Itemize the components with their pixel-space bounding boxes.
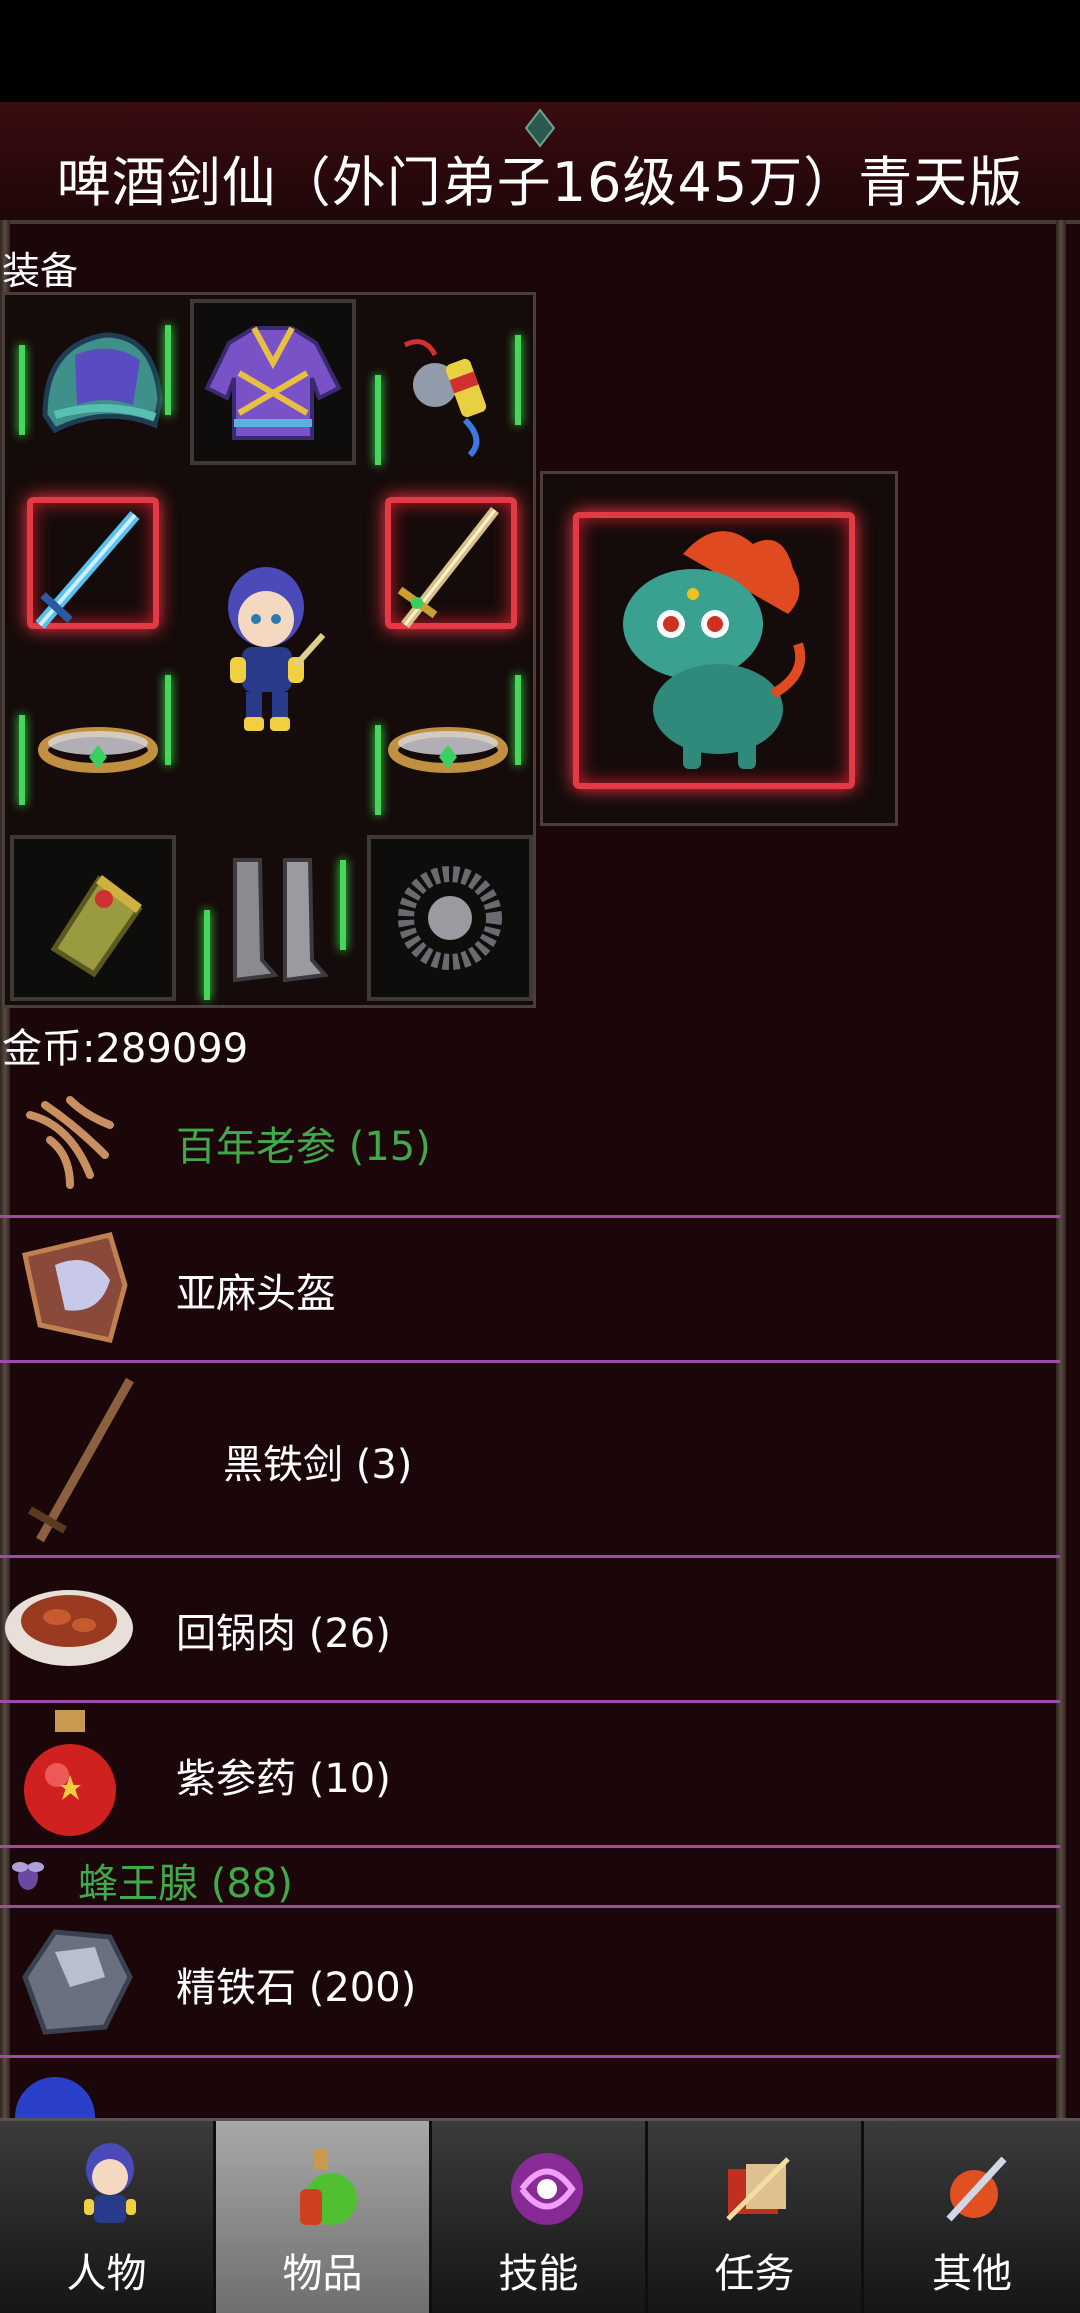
potion-icon [24, 1710, 116, 1836]
pet-slot[interactable] [540, 471, 898, 826]
tab-items[interactable]: 物品 [216, 2121, 432, 2313]
status-bar [0, 0, 1080, 102]
tab-label: 任务 [714, 2251, 795, 2297]
tab-other[interactable]: 其他 [864, 2121, 1080, 2313]
equip-slot-boots[interactable] [190, 840, 356, 1006]
tab-label: 其他 [932, 2251, 1012, 2297]
skills-icon [511, 2153, 583, 2225]
equip-slot-bracer[interactable] [10, 835, 176, 1001]
ring-icon [38, 727, 158, 773]
item-name: 亚麻头盔 [176, 1271, 336, 1317]
helmet-icon [42, 332, 163, 434]
equip-slot-ring-left[interactable] [15, 665, 181, 831]
helmet-icon [22, 1232, 128, 1343]
item-name: 百年老参 (15) [176, 1124, 431, 1170]
boots-icon [233, 858, 329, 983]
bottom-nav: 人物 物品 技能 任务 其他 [0, 2118, 1080, 2313]
quests-icon [726, 2157, 790, 2221]
page-title: 啤酒剑仙（外门弟子16级45万）青天版 [56, 151, 1024, 214]
equip-slot-charm[interactable] [367, 835, 533, 1001]
equip-slot-weapon[interactable] [15, 485, 181, 651]
other-icon [946, 2156, 1007, 2222]
equip-slot-armor[interactable] [190, 299, 356, 465]
sword-icon [28, 1377, 134, 1543]
gold-balance: 金币:289099 [2, 1026, 249, 1072]
equip-slot-offhand[interactable] [365, 485, 531, 651]
ginseng-icon [26, 1096, 114, 1189]
tab-quests[interactable]: 任务 [648, 2121, 864, 2313]
golden-sword-icon [397, 506, 499, 629]
item-name: 黑铁剑 (3) [223, 1442, 413, 1488]
equip-slot-ring-right[interactable] [365, 665, 531, 831]
iron-ore-icon [22, 1929, 133, 2035]
equip-slot-helmet[interactable] [15, 305, 181, 471]
list-item-partial[interactable] [0, 2055, 1060, 2119]
tab-skills[interactable]: 技能 [432, 2121, 648, 2313]
pet-creature-icon [623, 531, 806, 769]
ring-icon [388, 727, 508, 773]
list-item[interactable]: 百年老参 (15) [0, 1070, 1060, 1218]
item-name: 紫参药 (10) [176, 1756, 391, 1802]
list-item[interactable]: 黑铁剑 (3) [0, 1360, 1060, 1558]
item-name: 蜂王腺 (88) [78, 1861, 293, 1907]
character-icon [84, 2143, 136, 2223]
orb-icon [15, 2077, 95, 2119]
robe-icon [204, 326, 342, 440]
list-item[interactable]: 回锅肉 (26) [0, 1555, 1060, 1703]
tab-label: 技能 [498, 2251, 579, 2297]
item-name: 精铁石 (200) [176, 1965, 417, 2011]
equipment-label: 装备 [2, 249, 79, 293]
items-icon [300, 2149, 357, 2225]
blue-sword-icon [35, 511, 140, 629]
list-item[interactable]: 蜂王腺 (88) [0, 1845, 1060, 1908]
prayer-beads-icon [398, 866, 502, 970]
equipment-panel [2, 292, 536, 1008]
tab-label: 人物 [66, 2251, 147, 2297]
tab-character[interactable]: 人物 [0, 2121, 216, 2313]
bee-icon [12, 1862, 44, 1890]
tab-label: 物品 [282, 2251, 363, 2297]
meat-dish-icon [5, 1590, 133, 1666]
list-item[interactable]: 精铁石 (200) [0, 1905, 1060, 2058]
list-item[interactable]: 亚麻头盔 [0, 1215, 1060, 1363]
list-item[interactable]: 紫参药 (10) [0, 1700, 1060, 1848]
title-bar: 啤酒剑仙（外门弟子16级45万）青天版 [0, 102, 1080, 224]
equip-slot-accessory[interactable] [365, 305, 531, 471]
hero-avatar [228, 567, 326, 731]
bracer-icon [50, 875, 143, 978]
item-name: 回锅肉 (26) [176, 1611, 391, 1657]
firecracker-icon [403, 339, 487, 458]
